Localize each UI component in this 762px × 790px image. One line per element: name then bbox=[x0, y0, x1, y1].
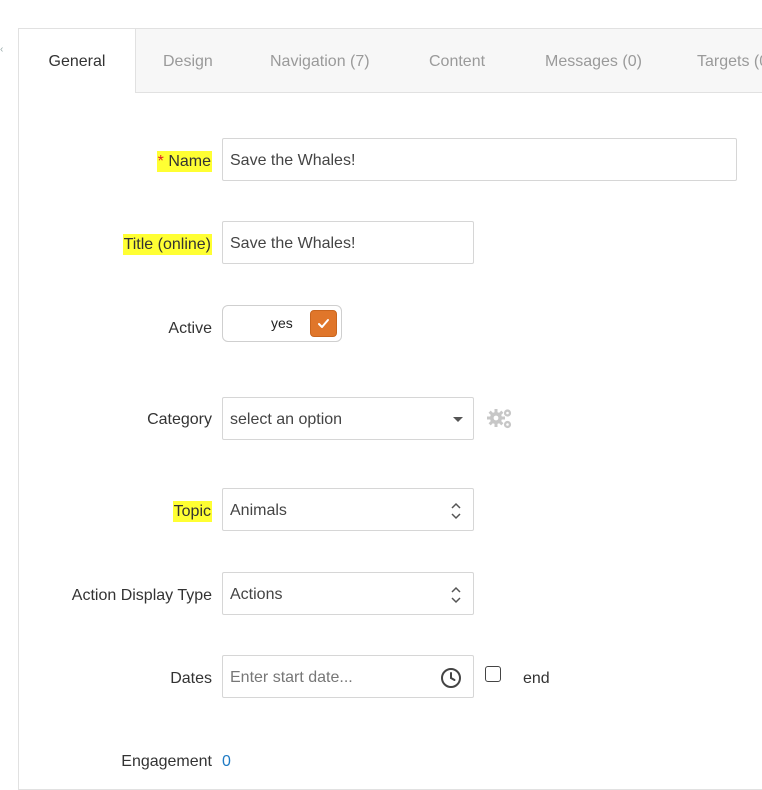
category-select[interactable]: select an option bbox=[222, 397, 474, 440]
tab-content[interactable]: Content bbox=[429, 29, 485, 92]
name-label: * Name bbox=[156, 151, 212, 172]
check-icon bbox=[310, 310, 337, 337]
active-toggle-text: yes bbox=[271, 315, 293, 331]
end-date-checkbox[interactable] bbox=[485, 666, 501, 682]
tab-messages[interactable]: Messages (0) bbox=[545, 29, 642, 92]
category-select-value: select an option bbox=[230, 411, 343, 428]
topic-select-value: Animals bbox=[230, 502, 287, 519]
tab-bar: General Design Navigation (7) Content Me… bbox=[19, 29, 762, 93]
active-label: Active bbox=[168, 320, 212, 337]
dates-label: Dates bbox=[170, 670, 212, 687]
tab-navigation[interactable]: Navigation (7) bbox=[270, 29, 370, 92]
topic-label: Topic bbox=[172, 501, 212, 522]
action-display-type-value: Actions bbox=[230, 586, 283, 603]
end-date-label: end bbox=[523, 670, 550, 687]
tab-targets[interactable]: Targets (0) bbox=[697, 29, 762, 92]
chevron-up-down-icon bbox=[451, 502, 461, 520]
start-date-input[interactable]: Enter start date... bbox=[222, 655, 474, 698]
category-label: Category bbox=[147, 411, 212, 428]
required-asterisk: * bbox=[157, 153, 164, 170]
gears-icon[interactable] bbox=[486, 407, 514, 431]
title-online-label: Title (online) bbox=[122, 234, 212, 255]
tab-design[interactable]: Design bbox=[163, 29, 213, 92]
topic-select[interactable]: Animals bbox=[222, 488, 474, 531]
tab-general[interactable]: General bbox=[19, 29, 136, 93]
action-display-type-select[interactable]: Actions bbox=[222, 572, 474, 615]
engagement-value-link[interactable]: 0 bbox=[222, 753, 231, 771]
start-date-placeholder: Enter start date... bbox=[230, 669, 353, 686]
chevron-up-down-icon bbox=[451, 586, 461, 604]
caret-down-icon bbox=[453, 417, 463, 422]
active-toggle[interactable]: yes bbox=[222, 305, 342, 342]
title-online-input[interactable]: Save the Whales! bbox=[222, 221, 474, 264]
action-display-type-label: Action Display Type bbox=[71, 587, 212, 604]
clock-icon[interactable] bbox=[440, 667, 462, 689]
edge-marker: ‹ bbox=[0, 44, 4, 55]
name-input[interactable]: Save the Whales! bbox=[222, 138, 737, 181]
engagement-label: Engagement bbox=[121, 753, 212, 770]
